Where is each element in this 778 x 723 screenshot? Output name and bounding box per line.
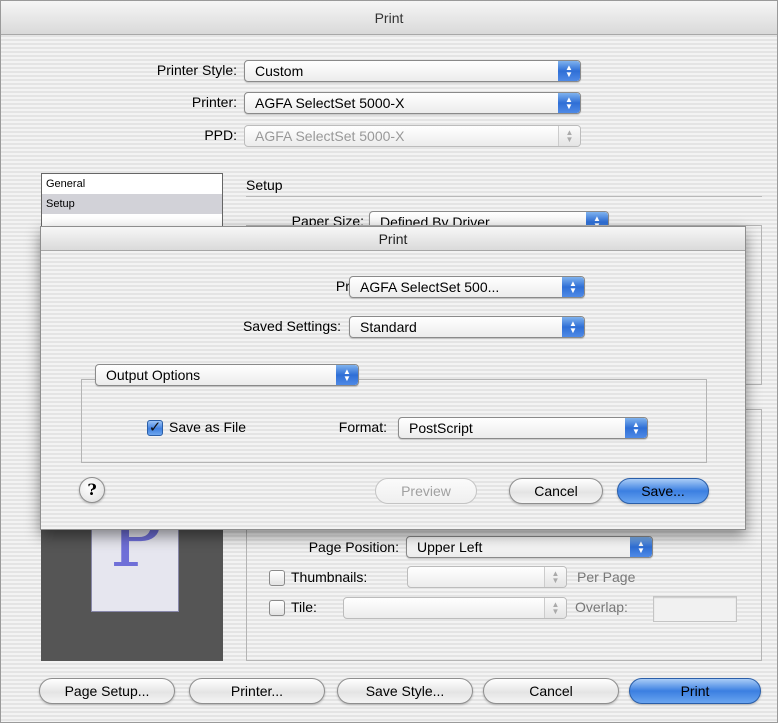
updown-arrows-icon: ▲▼ (558, 61, 580, 81)
panel-list-item-general[interactable]: General (42, 174, 222, 194)
thumbnails-popup: ▲ ▼ (407, 566, 567, 588)
ppd-label: PPD: (204, 127, 237, 143)
page-position-popup[interactable]: Upper Left ▲ ▼ (406, 536, 653, 558)
updown-arrows-icon: ▲▼ (544, 598, 566, 618)
overlap-field (653, 596, 737, 622)
format-value: PostScript (409, 420, 473, 436)
save-as-file-label: Save as File (169, 419, 247, 435)
sheet-printer-popup[interactable]: AGFA SelectSet 500... ▲ ▼ (349, 276, 585, 298)
printer-style-value: Custom (255, 63, 304, 79)
ppd-popup: AGFA SelectSet 5000-X ▲ ▼ (244, 125, 581, 147)
format-popup[interactable]: PostScript ▲ ▼ (398, 417, 648, 439)
sheet-cancel-button[interactable]: Cancel (509, 478, 603, 504)
printer-button[interactable]: Printer... (189, 678, 325, 704)
tile-popup: ▲ ▼ (343, 597, 567, 619)
print-button[interactable]: Print (629, 678, 761, 704)
save-as-file-checkbox[interactable]: ✓ (147, 420, 163, 436)
page-position-label: Page Position: (308, 539, 399, 555)
help-icon[interactable]: ? (79, 477, 105, 503)
sheet-title: Print (41, 227, 745, 251)
saved-settings-label: Saved Settings: (242, 318, 341, 334)
printer-label: Printer: (191, 94, 237, 110)
sheet-printer-value: AGFA SelectSet 500... (360, 279, 500, 295)
saved-settings-value: Standard (360, 319, 417, 335)
printer-popup[interactable]: AGFA SelectSet 5000-X ▲ ▼ (244, 92, 581, 114)
format-label: Format: (338, 419, 387, 435)
checkmark-icon: ✓ (148, 419, 162, 436)
cancel-button[interactable]: Cancel (483, 678, 619, 704)
panel-popup-value: Output Options (106, 367, 201, 383)
setup-divider (246, 196, 762, 197)
updown-arrows-icon: ▲▼ (544, 567, 566, 587)
save-style-button[interactable]: Save Style... (337, 678, 473, 704)
ppd-value: AGFA SelectSet 5000-X (255, 128, 405, 144)
overlap-label: Overlap: (575, 599, 628, 615)
updown-arrows-icon: ▲▼ (558, 93, 580, 113)
page-position-value: Upper Left (417, 539, 483, 555)
saved-settings-popup[interactable]: Standard ▲ ▼ (349, 316, 585, 338)
printer-style-label: Printer Style: (156, 62, 237, 78)
panel-list-item-setup[interactable]: Setup (42, 194, 222, 214)
updown-arrows-icon: ▲▼ (630, 537, 652, 557)
updown-arrows-icon: ▲▼ (562, 277, 584, 297)
updown-arrows-icon: ▲▼ (625, 418, 647, 438)
save-button[interactable]: Save... (617, 478, 709, 504)
updown-arrows-icon: ▲▼ (562, 317, 584, 337)
panel-list: General Setup (41, 173, 223, 233)
preview-button: Preview (375, 478, 477, 504)
updown-arrows-icon: ▲▼ (336, 365, 358, 385)
setup-heading: Setup (246, 177, 283, 193)
updown-arrows-icon: ▲▼ (558, 126, 580, 146)
print-sheet-dialog: Print Printer: AGFA SelectSet 500... ▲▼ … (40, 226, 746, 530)
tile-label: Tile: (291, 599, 317, 615)
page-setup-button[interactable]: Page Setup... (39, 678, 175, 704)
window-title: Print (1, 1, 777, 35)
tile-checkbox[interactable] (269, 600, 285, 616)
printer-value: AGFA SelectSet 5000-X (255, 95, 405, 111)
panel-popup[interactable]: Output Options ▲ ▼ (95, 364, 359, 386)
printer-style-popup[interactable]: Custom ▲ ▼ (244, 60, 581, 82)
per-page-label: Per Page (577, 569, 636, 585)
thumbnails-checkbox[interactable] (269, 570, 285, 586)
thumbnails-label: Thumbnails: (291, 569, 368, 585)
